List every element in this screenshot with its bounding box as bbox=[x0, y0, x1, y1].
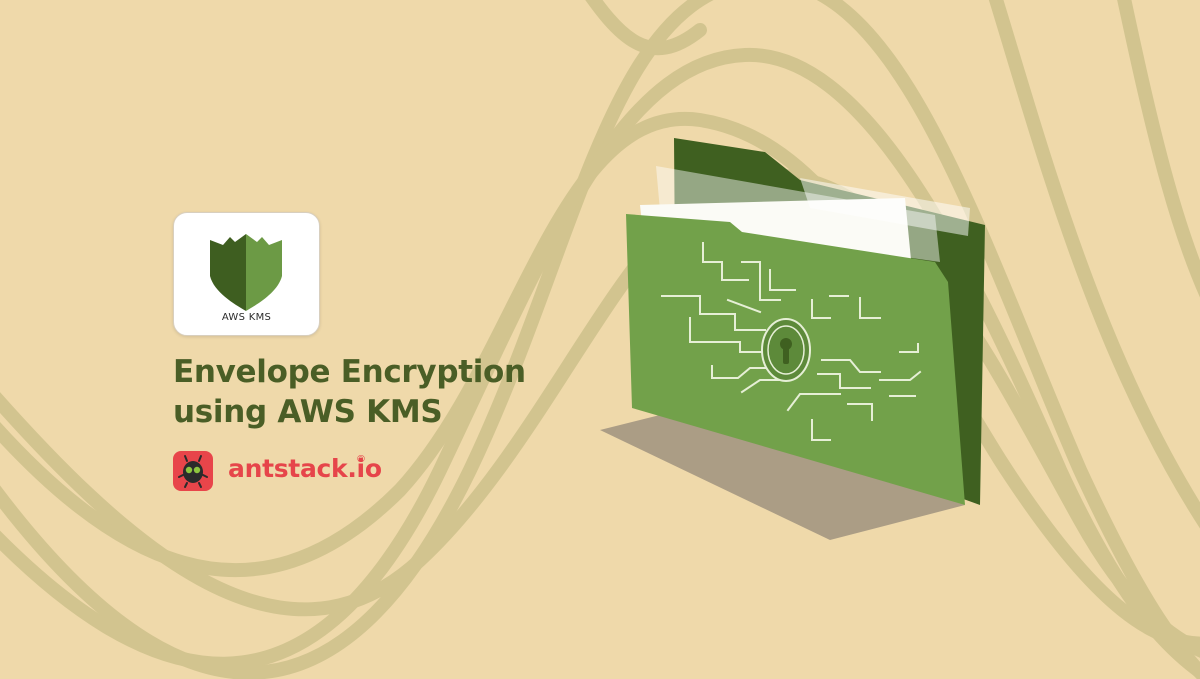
page-title: Envelope Encryption using AWS KMS bbox=[173, 352, 526, 432]
registered-mark: ® bbox=[356, 454, 366, 465]
title-line-1: Envelope Encryption bbox=[173, 354, 526, 390]
locked-folder-icon bbox=[600, 138, 985, 540]
aws-kms-label: AWS KMS bbox=[221, 312, 272, 323]
aws-kms-badge: AWS KMS bbox=[173, 212, 320, 336]
antstack-ant-icon bbox=[173, 451, 213, 491]
title-line-2: using AWS KMS bbox=[173, 394, 443, 430]
